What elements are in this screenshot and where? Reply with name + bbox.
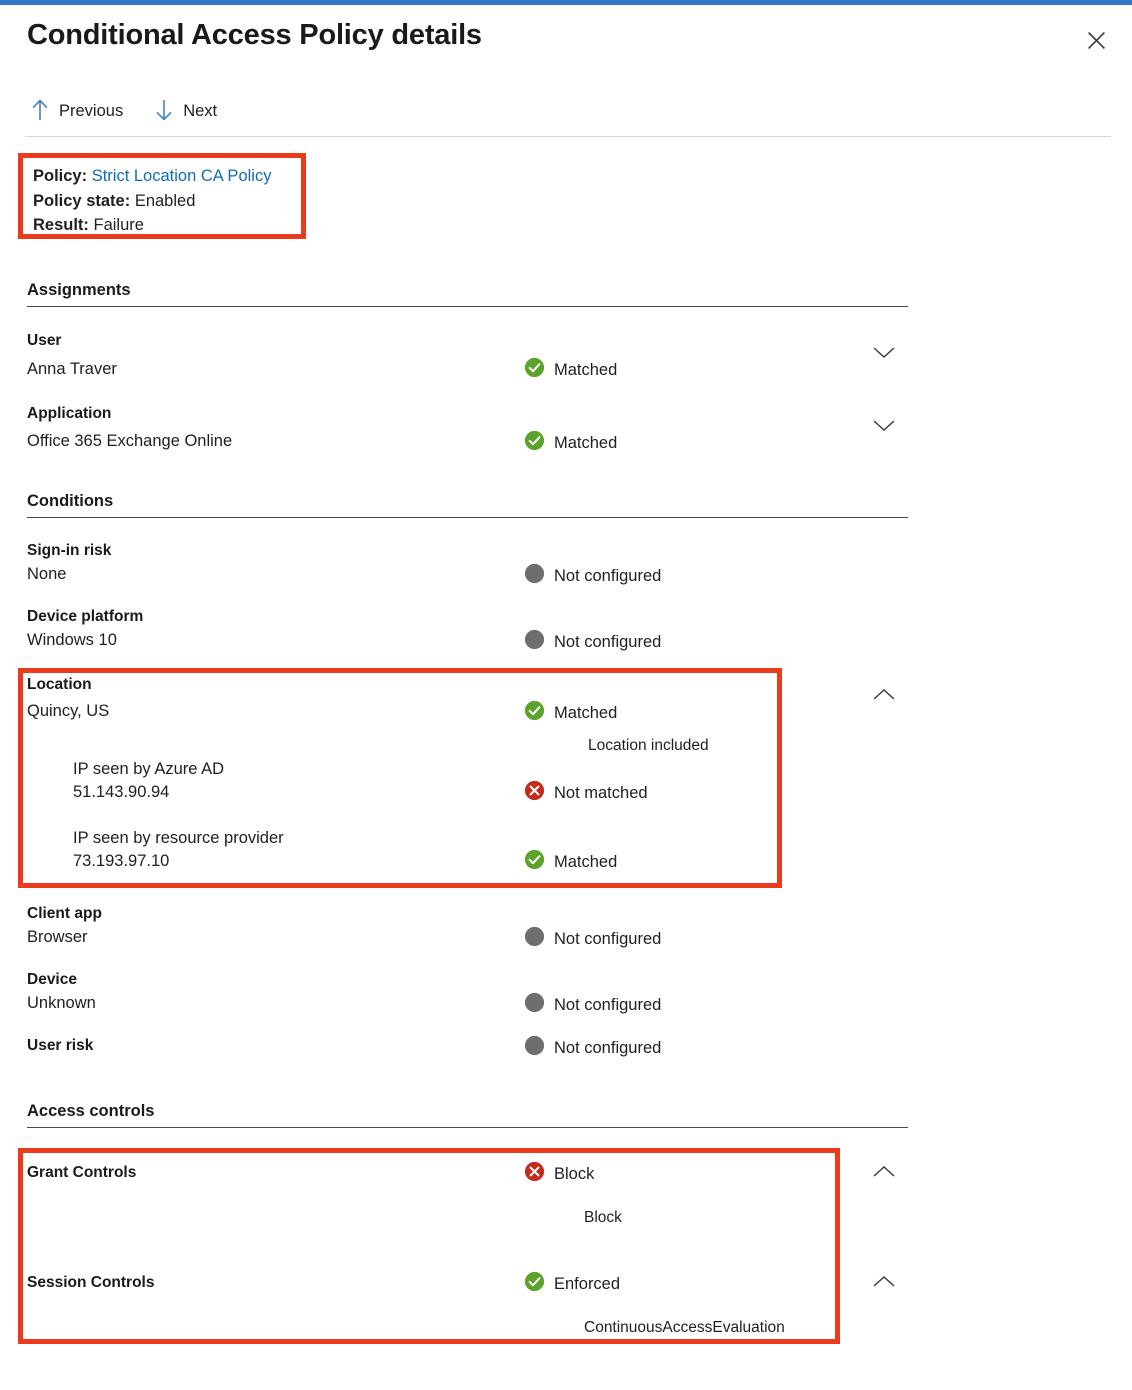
status-label-device: Not configured xyxy=(554,996,661,1015)
status-label-session-controls: Enforced xyxy=(554,1275,620,1294)
status-label-ip-resource-provider: Matched xyxy=(554,853,617,872)
status-client-app: Not configured xyxy=(524,926,661,952)
check-circle-icon xyxy=(524,1271,545,1297)
status-user: Matched xyxy=(524,357,617,383)
status-label-application: Matched xyxy=(554,434,617,453)
status-user-risk: Not configured xyxy=(524,1035,661,1061)
status-label-grant-controls: Block xyxy=(554,1165,594,1184)
status-ip-azure-ad: Not matched xyxy=(524,780,648,806)
chevron-down-icon[interactable] xyxy=(872,418,896,432)
status-label-location: Matched xyxy=(554,704,617,723)
neutral-circle-icon xyxy=(524,992,545,1018)
policy-detail-content: Assignments User Anna Traver Matched App… xyxy=(0,0,1132,1390)
row-value-client-app: Browser xyxy=(27,928,88,947)
check-circle-icon xyxy=(524,430,545,456)
status-label-ip-azure-ad: Not matched xyxy=(554,784,648,803)
row-value-location: Quincy, US xyxy=(27,702,109,721)
row-value-device: Unknown xyxy=(27,994,96,1013)
row-label-signin-risk: Sign-in risk xyxy=(27,542,111,560)
status-device-platform: Not configured xyxy=(524,629,661,655)
status-label-user-risk: Not configured xyxy=(554,1039,661,1058)
row-label-ip-resource-provider: IP seen by resource provider xyxy=(73,829,284,848)
neutral-circle-icon xyxy=(524,1035,545,1061)
status-label-client-app: Not configured xyxy=(554,930,661,949)
grant-controls-note: Block xyxy=(584,1209,622,1227)
error-circle-icon xyxy=(524,1161,545,1187)
status-ip-resource-provider: Matched xyxy=(524,849,617,875)
row-value-user: Anna Traver xyxy=(27,360,117,379)
session-controls-note: ContinuousAccessEvaluation xyxy=(584,1319,785,1337)
neutral-circle-icon xyxy=(524,563,545,589)
row-value-application: Office 365 Exchange Online xyxy=(27,432,232,451)
chevron-down-icon[interactable] xyxy=(872,345,896,359)
neutral-circle-icon xyxy=(524,629,545,655)
row-value-ip-resource-provider: 73.193.97.10 xyxy=(73,852,169,871)
row-label-device: Device xyxy=(27,971,77,989)
status-signin-risk: Not configured xyxy=(524,563,661,589)
row-label-user-risk: User risk xyxy=(27,1037,93,1055)
section-heading-assignments: Assignments xyxy=(27,281,908,307)
status-label-device-platform: Not configured xyxy=(554,633,661,652)
row-label-user: User xyxy=(27,332,61,350)
chevron-up-icon[interactable] xyxy=(872,688,896,702)
check-circle-icon xyxy=(524,849,545,875)
row-label-client-app: Client app xyxy=(27,905,102,923)
status-label-user: Matched xyxy=(554,361,617,380)
row-label-location: Location xyxy=(27,676,92,694)
section-heading-conditions: Conditions xyxy=(27,492,908,518)
section-heading-access-controls: Access controls xyxy=(27,1102,908,1128)
row-label-device-platform: Device platform xyxy=(27,608,143,626)
neutral-circle-icon xyxy=(524,926,545,952)
chevron-up-icon[interactable] xyxy=(872,1275,896,1289)
error-circle-icon xyxy=(524,780,545,806)
status-label-signin-risk: Not configured xyxy=(554,567,661,586)
status-device: Not configured xyxy=(524,992,661,1018)
row-label-ip-azure-ad: IP seen by Azure AD xyxy=(73,760,224,779)
row-value-ip-azure-ad: 51.143.90.94 xyxy=(73,783,169,802)
row-label-grant-controls: Grant Controls xyxy=(27,1164,136,1182)
check-circle-icon xyxy=(524,700,545,726)
location-note: Location included xyxy=(588,737,709,755)
highlight-box-access-controls xyxy=(18,1148,840,1344)
row-label-application: Application xyxy=(27,405,111,423)
row-label-session-controls: Session Controls xyxy=(27,1274,154,1292)
row-value-signin-risk: None xyxy=(27,565,66,584)
check-circle-icon xyxy=(524,357,545,383)
status-session-controls: Enforced xyxy=(524,1271,620,1297)
status-location: Matched xyxy=(524,700,617,726)
status-grant-controls: Block xyxy=(524,1161,594,1187)
status-application: Matched xyxy=(524,430,617,456)
row-value-device-platform: Windows 10 xyxy=(27,631,117,650)
chevron-up-icon[interactable] xyxy=(872,1165,896,1179)
